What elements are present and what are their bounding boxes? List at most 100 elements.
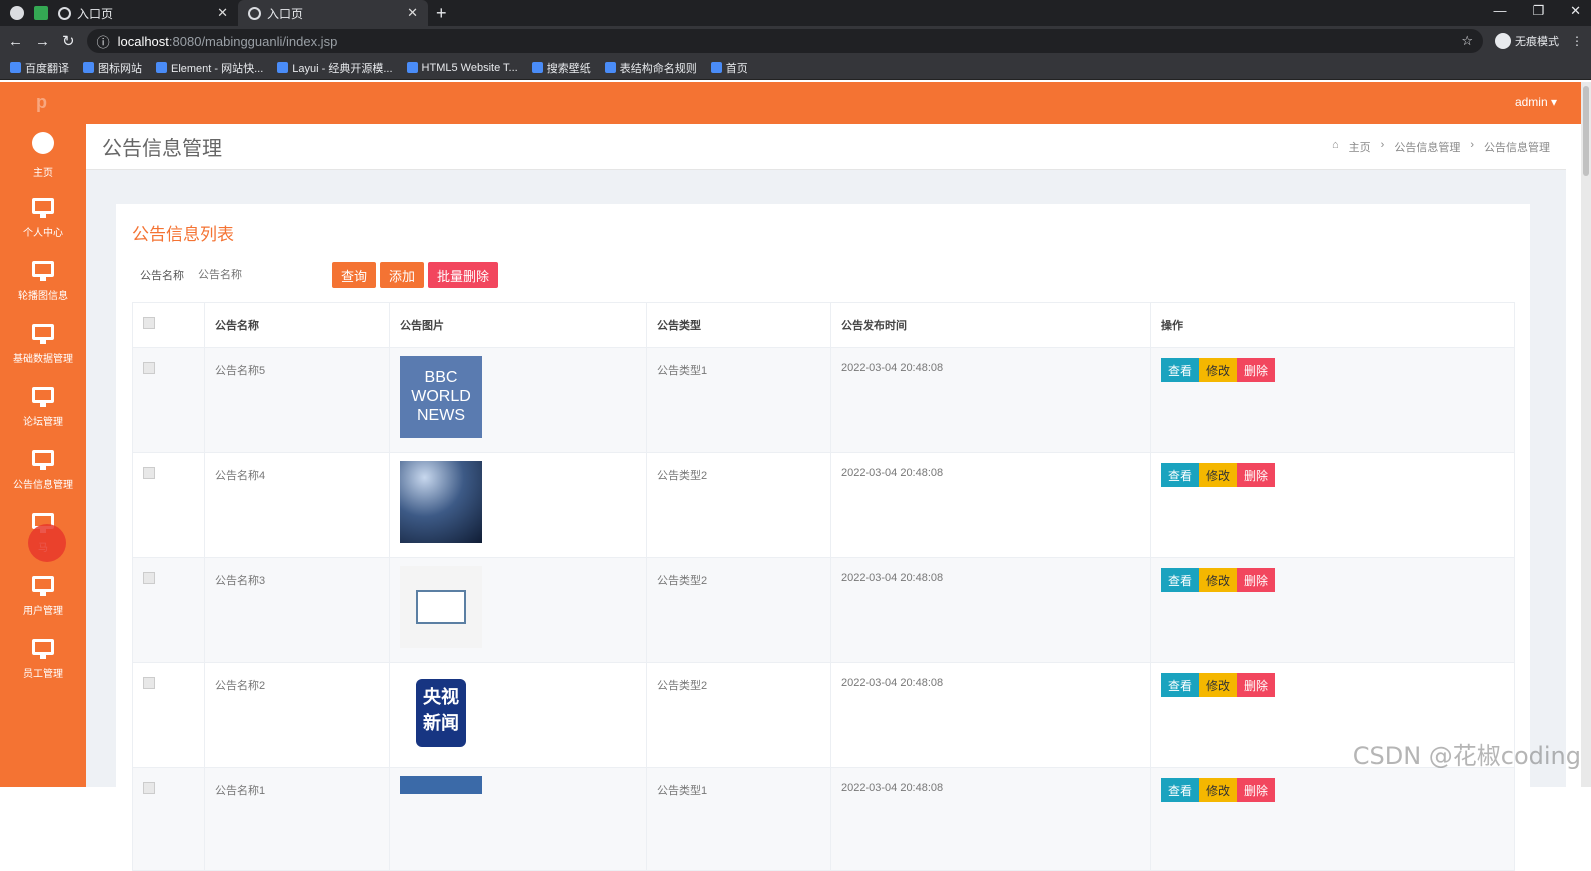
notice-name-input[interactable] <box>198 269 318 281</box>
scrollbar-thumb[interactable] <box>1583 86 1589 176</box>
sidebar-item-staff[interactable]: 员工管理 <box>0 631 86 691</box>
bookmark-label: 首页 <box>725 62 748 75</box>
bookmark-label: 图标网站 <box>98 62 142 75</box>
monitor-icon <box>32 261 54 281</box>
bookmark-item[interactable]: 表结构命名规则 <box>604 60 697 76</box>
click-highlight <box>28 524 66 562</box>
sidebar-item-users[interactable]: 用户管理 <box>0 568 86 628</box>
globe-icon <box>58 6 71 20</box>
bookmark-item[interactable]: Element - 网站快... <box>156 60 263 76</box>
notice-time: 2022-03-04 20:48:08 <box>830 557 1151 663</box>
notice-name: 公告名称1 <box>204 767 390 871</box>
close-window-icon[interactable]: ✕ <box>1570 3 1581 19</box>
tab-title: 入口页 <box>267 6 304 21</box>
sidebar-item-home[interactable]: 主页 <box>0 126 86 186</box>
page-scrollbar[interactable] <box>1581 82 1591 787</box>
row-checkbox[interactable] <box>143 677 155 689</box>
bookmark-item[interactable]: 百度翻译 <box>10 60 69 76</box>
browser-tab-2[interactable]: 入口页 ✕ <box>238 0 428 26</box>
app-root: p admin ▾ 主页 个人中心 轮播图信息 基础数据管理 论坛管理 公告信息… <box>0 82 1591 871</box>
notice-time: 2022-03-04 20:48:08 <box>830 662 1151 768</box>
view-button[interactable]: 查看 <box>1161 463 1200 487</box>
row-checkbox[interactable] <box>143 572 155 584</box>
incognito-indicator[interactable]: 无痕模式 <box>1495 33 1559 49</box>
view-button[interactable]: 查看 <box>1161 778 1200 802</box>
add-button[interactable]: 添加 <box>380 262 425 288</box>
close-icon[interactable]: ✕ <box>407 5 418 21</box>
browser-tab-1[interactable]: 入口页 ✕ <box>48 0 238 26</box>
row-checkbox[interactable] <box>143 362 155 374</box>
monitor-icon <box>32 324 54 344</box>
address-bar: ← → ↻ ⓘ localhost:8080/mabingguanli/inde… <box>0 26 1591 56</box>
info-icon[interactable]: ⓘ <box>97 32 110 51</box>
new-tab-button[interactable]: + <box>428 0 455 26</box>
user-menu[interactable]: admin ▾ <box>1515 95 1557 109</box>
sidebar-item-notice[interactable]: 公告信息管理 <box>0 442 86 502</box>
bookmark-item[interactable]: Layui - 经典开源模... <box>277 60 393 76</box>
delete-button[interactable]: 删除 <box>1237 673 1276 697</box>
sidebar-item-label: 公告信息管理 <box>13 480 73 491</box>
view-button[interactable]: 查看 <box>1161 673 1200 697</box>
main-content: 公告信息管理 ⌂ 主页 › 公告信息管理 › 公告信息管理 公告信息列表 公告名… <box>86 124 1566 871</box>
monitor-icon <box>32 450 54 470</box>
back-icon[interactable]: ← <box>8 33 23 50</box>
reload-icon[interactable]: ↻ <box>62 32 75 50</box>
sidebar-item-label: 主页 <box>33 168 53 179</box>
sidebar-item-carousel[interactable]: 轮播图信息 <box>0 253 86 313</box>
column-header: 公告发布时间 <box>830 302 1151 348</box>
chrome-icon[interactable] <box>10 6 24 20</box>
table-header-row: 公告名称 公告图片 公告类型 公告发布时间 操作 <box>132 302 1515 348</box>
close-icon[interactable]: ✕ <box>217 5 228 21</box>
notice-image <box>400 566 482 648</box>
monitor-icon <box>32 576 54 596</box>
row-checkbox[interactable] <box>143 467 155 479</box>
sidebar-item-label: 基础数据管理 <box>13 354 73 365</box>
browser-tabbar: 入口页 ✕ 入口页 ✕ + — ❐ ✕ <box>0 0 1591 26</box>
view-button[interactable]: 查看 <box>1161 358 1200 382</box>
edit-button[interactable]: 修改 <box>1199 673 1238 697</box>
sidebar-item-forum[interactable]: 论坛管理 <box>0 379 86 439</box>
row-checkbox[interactable] <box>143 782 155 794</box>
bookmark-item[interactable]: 图标网站 <box>83 60 142 76</box>
sidebar-item-basedata[interactable]: 基础数据管理 <box>0 316 86 376</box>
edit-button[interactable]: 修改 <box>1199 568 1238 592</box>
select-all-checkbox[interactable] <box>143 317 155 329</box>
delete-button[interactable]: 删除 <box>1237 463 1276 487</box>
url-field[interactable]: ⓘ localhost:8080/mabingguanli/index.jsp … <box>86 29 1483 53</box>
table-row: 公告名称5 BBC WORLD NEWS 公告类型1 2022-03-04 20… <box>132 347 1515 453</box>
globe-icon <box>710 62 722 73</box>
view-button[interactable]: 查看 <box>1161 568 1200 592</box>
query-button[interactable]: 查询 <box>332 262 377 288</box>
bookmark-item[interactable]: HTML5 Website T... <box>406 62 518 74</box>
restore-icon[interactable]: ❐ <box>1532 3 1544 19</box>
bookmark-star-icon[interactable]: ☆ <box>1461 33 1473 49</box>
forward-icon[interactable]: → <box>35 33 50 50</box>
card-heading: 公告信息列表 <box>132 225 234 244</box>
batch-delete-button[interactable]: 批量删除 <box>428 262 499 288</box>
breadcrumb-home[interactable]: 主页 <box>1349 139 1371 155</box>
minimize-icon[interactable]: — <box>1493 3 1506 19</box>
bookmark-label: Layui - 经典开源模... <box>292 62 393 75</box>
notice-name: 公告名称3 <box>204 557 390 663</box>
menu-icon[interactable]: ⋮ <box>1571 34 1583 48</box>
edit-button[interactable]: 修改 <box>1199 778 1238 802</box>
filter-label: 公告名称 <box>140 270 184 282</box>
bookmark-item[interactable]: 首页 <box>710 60 748 76</box>
delete-button[interactable]: 删除 <box>1237 358 1276 382</box>
delete-button[interactable]: 删除 <box>1237 568 1276 592</box>
sidebar-item-label: 个人中心 <box>23 228 63 239</box>
page-header: 公告信息管理 ⌂ 主页 › 公告信息管理 › 公告信息管理 <box>86 124 1566 170</box>
breadcrumb-item[interactable]: 公告信息管理 <box>1394 139 1460 155</box>
edit-button[interactable]: 修改 <box>1199 358 1238 382</box>
sheet-icon <box>604 62 616 73</box>
edit-button[interactable]: 修改 <box>1199 463 1238 487</box>
sheet-icon[interactable] <box>34 6 48 20</box>
monitor-icon <box>32 387 54 407</box>
monitor-icon <box>32 198 54 218</box>
notice-time: 2022-03-04 20:48:08 <box>830 347 1151 453</box>
delete-button[interactable]: 删除 <box>1237 778 1276 802</box>
column-header: 公告名称 <box>204 302 390 348</box>
sidebar-item-profile[interactable]: 个人中心 <box>0 190 86 250</box>
bookmark-item[interactable]: 搜索壁纸 <box>531 60 591 76</box>
html5-icon <box>406 62 418 73</box>
